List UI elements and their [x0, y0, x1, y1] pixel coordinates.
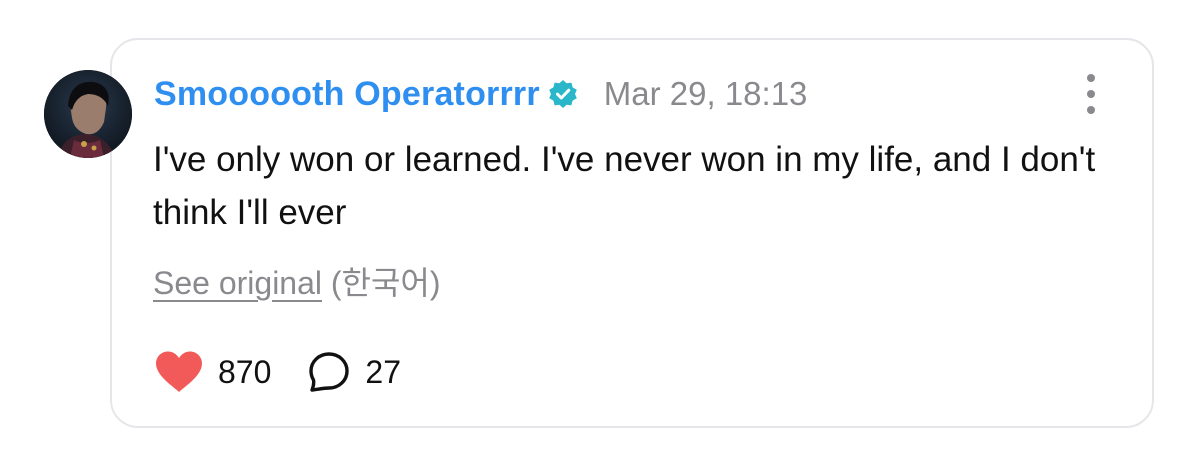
post-actions: 870 27 — [154, 346, 401, 398]
post-header: Smoooooth Operatorrrr Mar 29, 18:13 — [154, 72, 807, 116]
post-text: I've only won or learned. I've never won… — [153, 140, 1096, 232]
translation-note: See original (한국어) — [153, 258, 441, 304]
post-timestamp: Mar 29, 18:13 — [603, 75, 808, 112]
reply-count: 27 — [365, 353, 401, 390]
avatar[interactable] — [44, 70, 132, 158]
heart-icon — [156, 351, 202, 392]
author-name[interactable]: Smoooooth Operatorrrr — [154, 75, 540, 114]
like-count: 870 — [218, 353, 272, 390]
like-button[interactable]: 870 — [154, 350, 271, 394]
see-original-link[interactable]: See original — [153, 265, 322, 301]
speech-bubble-icon — [309, 352, 350, 392]
more-dot — [1087, 90, 1095, 98]
more-vertical-icon[interactable] — [1078, 74, 1104, 114]
verified-badge-icon — [548, 79, 578, 109]
more-dot — [1087, 74, 1095, 82]
reply-button[interactable]: 27 — [307, 350, 401, 394]
more-dot — [1087, 106, 1095, 114]
original-language: (한국어) — [330, 265, 441, 301]
